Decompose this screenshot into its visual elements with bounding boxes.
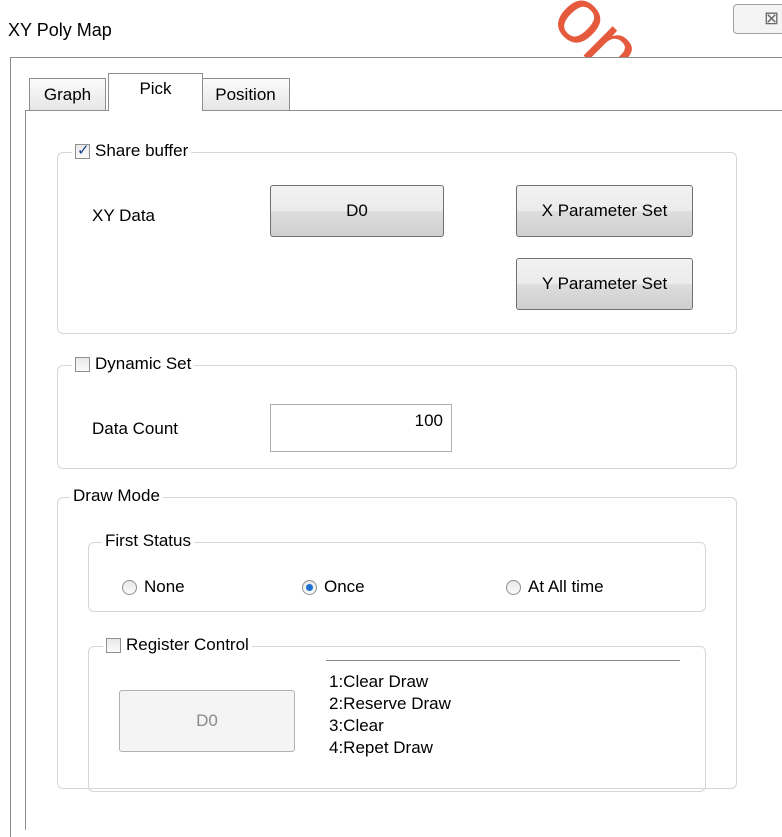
share-buffer-checkbox[interactable] [75, 141, 90, 159]
xy-data-button[interactable]: D0 [270, 185, 444, 237]
register-control-checkbox[interactable] [106, 637, 121, 653]
radio-at-all-time-label: At All time [528, 577, 604, 596]
tab-pick-label: Pick [139, 79, 172, 98]
register-control-legend: Register Control [103, 635, 252, 655]
radio-once-label: Once [324, 577, 365, 596]
y-parameter-set-label: Y Parameter Set [541, 274, 668, 293]
tab-pick[interactable]: Pick [108, 73, 203, 111]
close-icon: ⊠ [764, 8, 780, 28]
dynamic-set-checkbox[interactable] [75, 356, 90, 372]
tab-graph[interactable]: Graph [29, 78, 106, 110]
xy-data-value: D0 [346, 201, 368, 220]
data-count-label: Data Count [92, 419, 178, 438]
register-button-label: D0 [196, 711, 218, 730]
dynamic-set-label: Dynamic Set [95, 354, 192, 373]
register-button[interactable]: D0 [119, 690, 295, 752]
draw-mode-label: Draw Mode [73, 486, 160, 505]
data-count-input[interactable]: 100 [270, 404, 452, 452]
radio-none-label: None [144, 577, 185, 596]
radio-at-all-time[interactable]: At All time [506, 577, 604, 597]
tab-graph-label: Graph [43, 85, 92, 104]
radio-at-all-time-button[interactable] [506, 579, 521, 595]
x-parameter-set-button[interactable]: X Parameter Set [516, 185, 693, 237]
radio-once-button[interactable] [302, 579, 317, 595]
first-status-legend: First Status [102, 531, 194, 551]
close-button[interactable]: ⊠ [733, 4, 782, 34]
radio-none-button[interactable] [122, 579, 137, 595]
window-title: XY Poly Map [8, 20, 112, 40]
tab-position[interactable]: Position [201, 78, 290, 110]
draw-mode-legend: Draw Mode [70, 486, 163, 506]
list-item[interactable]: 3:Clear [329, 715, 680, 737]
first-status-label: First Status [105, 531, 191, 550]
register-mode-list[interactable]: 1:Clear Draw 2:Reserve Draw 3:Clear 4:Re… [326, 660, 680, 780]
register-control-label: Register Control [126, 635, 249, 654]
xy-data-label: XY Data [92, 206, 156, 225]
list-item[interactable]: 2:Reserve Draw [329, 693, 680, 715]
dynamic-set-legend: Dynamic Set [72, 354, 195, 374]
y-parameter-set-button[interactable]: Y Parameter Set [516, 258, 693, 310]
share-buffer-label: Share buffer [95, 141, 189, 160]
radio-once[interactable]: Once [302, 577, 365, 597]
list-item[interactable]: 4:Repet Draw [329, 737, 680, 759]
radio-none[interactable]: None [122, 577, 185, 597]
tab-position-label: Position [215, 85, 276, 104]
list-item[interactable]: 1:Clear Draw [329, 671, 680, 693]
x-parameter-set-label: X Parameter Set [541, 201, 668, 220]
share-buffer-legend: Share buffer [72, 141, 192, 161]
